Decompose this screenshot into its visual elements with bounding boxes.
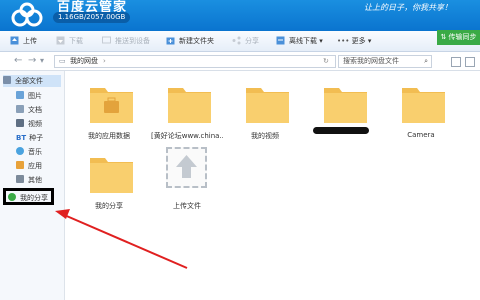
annotation-arrow — [55, 209, 188, 269]
